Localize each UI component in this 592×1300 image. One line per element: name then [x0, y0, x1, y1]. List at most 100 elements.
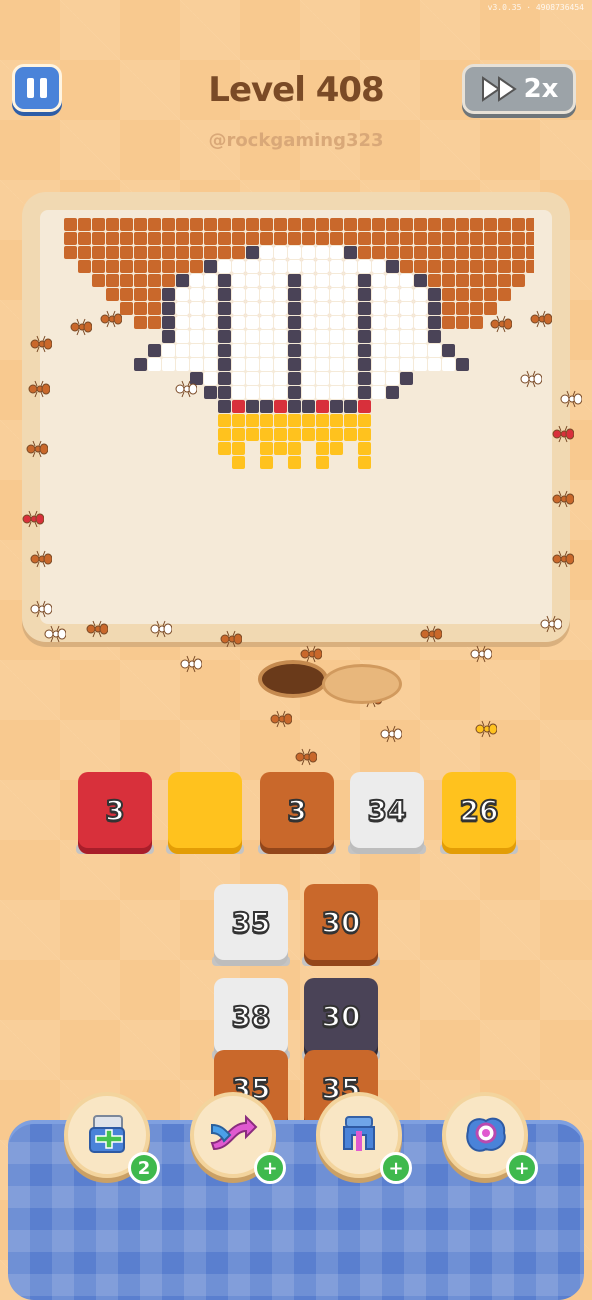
white-block — [414, 330, 427, 343]
white-block — [190, 358, 203, 371]
stack-left-tile-2[interactable]: 38 — [214, 978, 288, 1054]
dark-block — [302, 400, 315, 413]
white-block — [246, 358, 259, 371]
stack-right-tile-1[interactable]: 30 — [304, 884, 378, 960]
brown-block — [106, 218, 119, 231]
brown-block — [456, 218, 469, 231]
white-block — [400, 274, 413, 287]
queue-slot-1[interactable]: 3 — [78, 772, 152, 848]
ant — [30, 600, 53, 622]
brown-block — [134, 288, 147, 301]
queue-slot-5[interactable]: 26 — [442, 772, 516, 848]
queue-slot-2[interactable] — [168, 772, 242, 848]
brown-block — [134, 274, 147, 287]
dark-block — [358, 372, 371, 385]
queue-slot-3[interactable]: 3 — [260, 772, 334, 848]
white-block — [302, 372, 315, 385]
brown-block — [428, 246, 441, 259]
white-block — [246, 330, 259, 343]
tile-count: 3 — [286, 793, 308, 828]
white-block — [246, 302, 259, 315]
brown-block — [148, 302, 161, 315]
pixel-art-picture — [64, 218, 534, 469]
dark-block — [456, 358, 469, 371]
ant — [552, 550, 575, 572]
brown-block — [162, 260, 175, 273]
brown-block — [204, 218, 217, 231]
booster-shuffle[interactable]: + — [190, 1092, 286, 1184]
brown-block — [442, 302, 455, 315]
white-block — [232, 274, 245, 287]
brown-block — [120, 260, 133, 273]
white-block — [330, 372, 343, 385]
yellow-block — [344, 428, 357, 441]
brown-block — [120, 218, 133, 231]
brown-block — [78, 260, 91, 273]
brown-block — [442, 218, 455, 231]
dark-block — [358, 288, 371, 301]
brown-block — [456, 246, 469, 259]
dark-block — [246, 400, 259, 413]
white-block — [190, 274, 203, 287]
white-block — [204, 330, 217, 343]
speed-button[interactable]: 2x — [462, 64, 576, 114]
brown-block — [512, 218, 525, 231]
brown-block — [106, 274, 119, 287]
white-block — [344, 386, 357, 399]
white-block — [344, 260, 357, 273]
brown-block — [512, 260, 525, 273]
white-block — [428, 358, 441, 371]
ant — [150, 620, 173, 642]
white-block — [260, 344, 273, 357]
booster-disc[interactable]: + — [442, 1092, 538, 1184]
dark-block — [344, 400, 357, 413]
dark-block — [204, 260, 217, 273]
booster-add-slot[interactable]: 2 — [64, 1092, 160, 1184]
ant — [70, 318, 93, 340]
stack-left-tile-1[interactable]: 35 — [214, 884, 288, 960]
brown-block — [148, 274, 161, 287]
brown-block — [456, 288, 469, 301]
brown-block — [274, 232, 287, 245]
white-block — [274, 274, 287, 287]
white-block — [246, 260, 259, 273]
yellow-block — [274, 428, 287, 441]
white-block — [232, 330, 245, 343]
yellow-block — [330, 442, 343, 455]
ant — [26, 440, 49, 462]
white-block — [260, 274, 273, 287]
brown-block — [288, 218, 301, 231]
white-block — [204, 372, 217, 385]
brown-block — [106, 288, 119, 301]
booster-add-badge: + — [506, 1152, 538, 1184]
queue-slot-4[interactable]: 34 — [350, 772, 424, 848]
white-block — [316, 372, 329, 385]
stack-right-tile-2[interactable]: 30 — [304, 978, 378, 1054]
brown-block — [470, 274, 483, 287]
brown-block — [498, 246, 511, 259]
ant — [540, 615, 563, 637]
yellow-block — [288, 428, 301, 441]
white-block — [372, 316, 385, 329]
booster-magnet[interactable]: + — [316, 1092, 412, 1184]
brown-block — [470, 288, 483, 301]
white-block — [190, 302, 203, 315]
dark-block — [218, 302, 231, 315]
white-block — [176, 316, 189, 329]
ant-hole — [258, 660, 328, 698]
dark-block — [386, 386, 399, 399]
dark-block — [344, 246, 357, 259]
white-block — [302, 260, 315, 273]
brown-block — [456, 274, 469, 287]
white-block — [316, 246, 329, 259]
brown-block — [372, 232, 385, 245]
brown-block — [106, 260, 119, 273]
dark-block — [358, 302, 371, 315]
ant — [490, 315, 513, 337]
dark-block — [330, 400, 343, 413]
white-block — [288, 246, 301, 259]
white-block — [302, 344, 315, 357]
brown-block — [358, 232, 371, 245]
white-block — [330, 246, 343, 259]
dark-block — [218, 372, 231, 385]
